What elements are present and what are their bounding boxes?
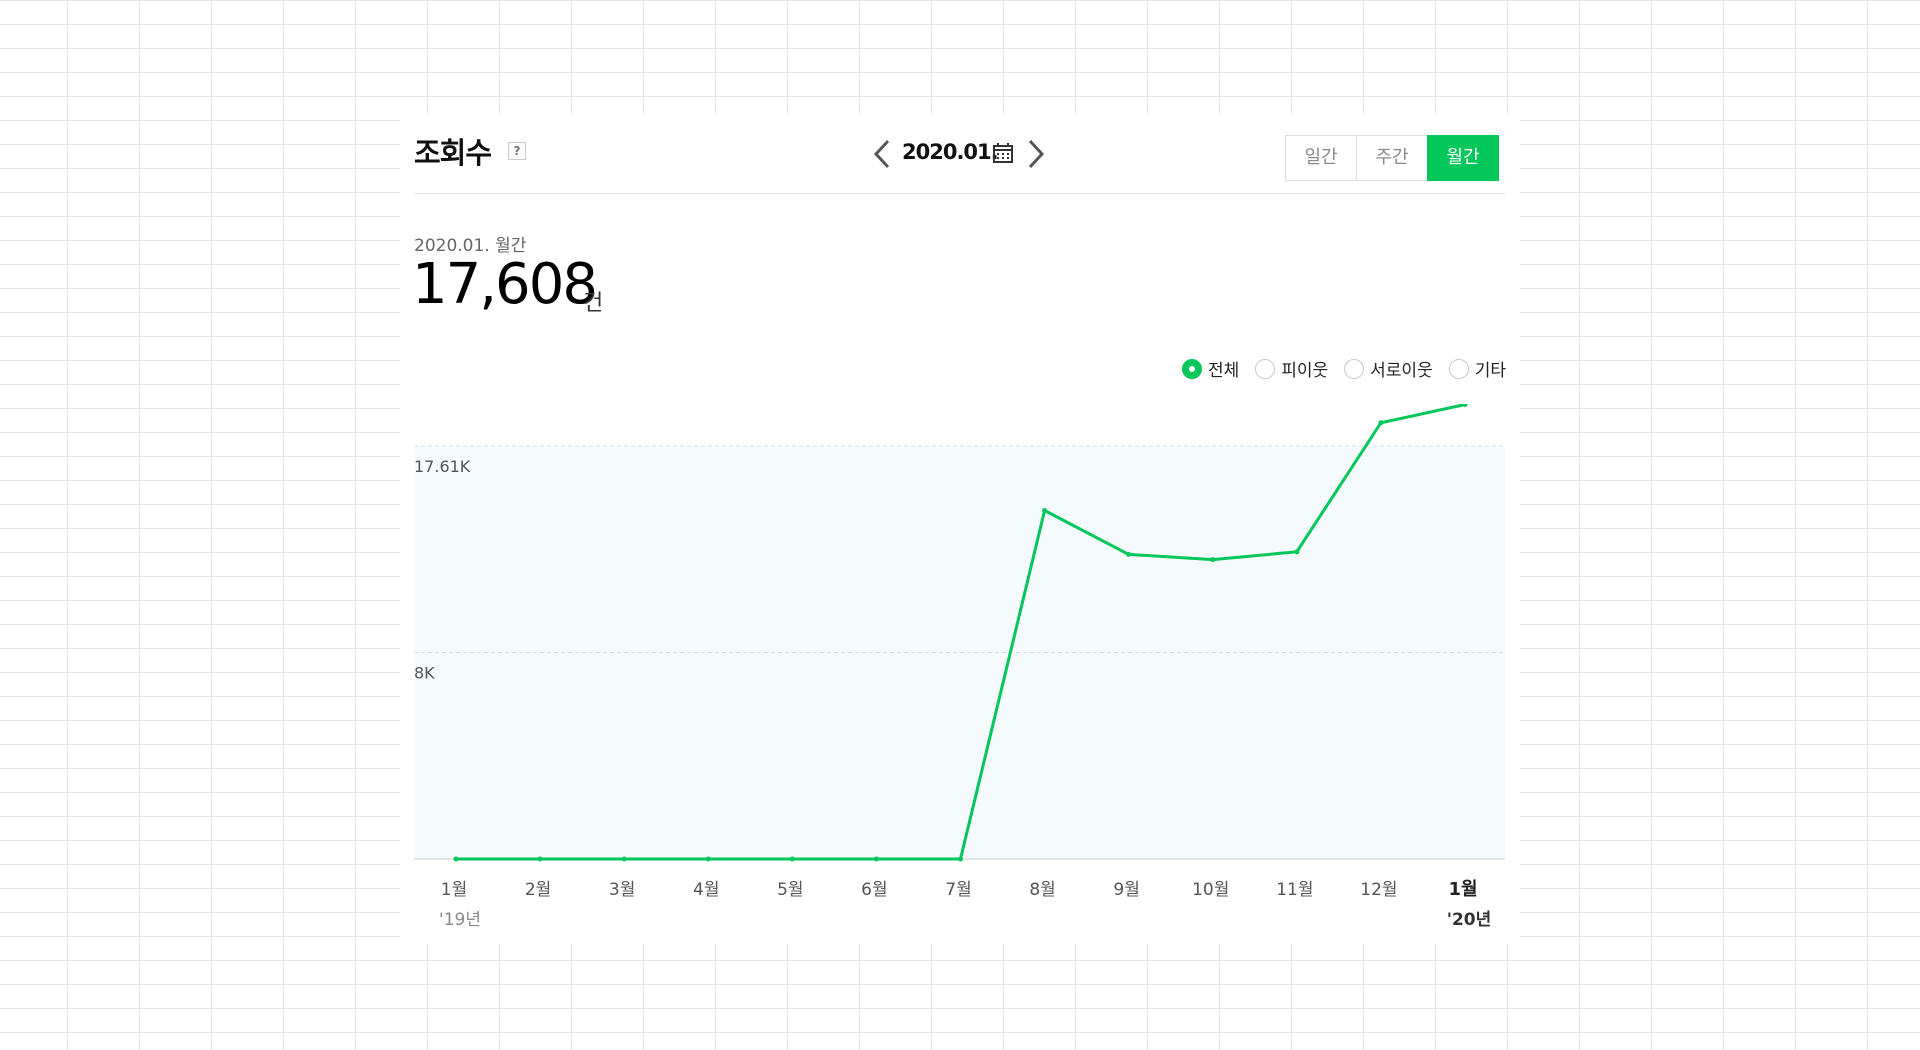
x-tick-label: 1월 bbox=[441, 880, 467, 900]
filter-all-radio[interactable] bbox=[1181, 358, 1202, 379]
y-tick-label: 8K bbox=[414, 664, 435, 683]
chevron-left-icon[interactable] bbox=[870, 138, 896, 170]
summary-total-views: 17,608 bbox=[412, 252, 598, 317]
tab-monthly[interactable]: 월간 bbox=[1427, 135, 1499, 181]
tab-weekly[interactable]: 주간 bbox=[1356, 135, 1428, 181]
data-point bbox=[1126, 551, 1132, 557]
data-point bbox=[621, 856, 627, 862]
page-title: 조회수 bbox=[414, 136, 492, 170]
x-tick-label: 6월 bbox=[861, 880, 887, 900]
views-line-chart: 8K 17.61K 1월 '19년 2월 3월 4월 5월 6월 7월 8월 9월 10월 11월 12월 1… bbox=[414, 404, 1505, 930]
x-year-label: '20년 bbox=[1447, 910, 1492, 930]
visitor-filter-group: 전체 피이웃 서로이웃 기타 bbox=[1181, 356, 1506, 381]
filter-all-label: 전체 bbox=[1207, 361, 1240, 381]
data-point bbox=[789, 856, 795, 862]
calendar-icon[interactable] bbox=[992, 142, 1014, 164]
views-panel: 조회수 ? 2020.01. 일간 주간 월간 2020.01. 월간 17,6… bbox=[400, 114, 1520, 944]
x-tick-label: 10월 bbox=[1192, 880, 1229, 900]
x-year-label: '19년 bbox=[439, 910, 481, 930]
data-point bbox=[705, 856, 711, 862]
help-question-icon[interactable]: ? bbox=[508, 142, 526, 160]
data-point bbox=[1378, 420, 1384, 426]
filter-neighbor-radio[interactable] bbox=[1255, 358, 1276, 379]
x-tick-label: 9월 bbox=[1113, 880, 1139, 900]
filter-neighbor-label: 피이웃 bbox=[1281, 361, 1329, 381]
chevron-right-icon[interactable] bbox=[1022, 138, 1048, 170]
filter-neighbor[interactable]: 피이웃 bbox=[1255, 356, 1328, 381]
filter-all[interactable]: 전체 bbox=[1181, 356, 1240, 381]
data-point bbox=[958, 856, 963, 862]
x-tick-label: 7월 bbox=[945, 880, 971, 900]
filter-mutual-neighbor[interactable]: 서로이웃 bbox=[1344, 356, 1433, 381]
tab-daily[interactable]: 일간 bbox=[1285, 135, 1357, 181]
x-tick-label: 4월 bbox=[693, 880, 719, 900]
x-tick-label: 12월 bbox=[1360, 880, 1397, 900]
filter-mutual-neighbor-radio[interactable] bbox=[1344, 358, 1365, 379]
data-point bbox=[873, 856, 879, 862]
x-tick-label: 11월 bbox=[1276, 880, 1313, 900]
x-tick-label: 5월 bbox=[777, 880, 803, 900]
data-point bbox=[1462, 404, 1468, 407]
x-tick-label: 8월 bbox=[1029, 880, 1055, 900]
filter-other-label: 기타 bbox=[1474, 361, 1506, 381]
x-tick-label: 1월 bbox=[1448, 879, 1477, 900]
data-point bbox=[453, 856, 459, 862]
data-point bbox=[537, 856, 543, 862]
period-tabs: 일간 주간 월간 bbox=[1285, 135, 1499, 181]
date-navigator: 2020.01. bbox=[870, 134, 1060, 174]
y-tick-label: 17.61K bbox=[414, 457, 471, 476]
filter-other-radio[interactable] bbox=[1448, 358, 1469, 379]
x-tick-label: 2월 bbox=[525, 880, 551, 900]
data-point bbox=[1294, 549, 1300, 555]
x-tick-label: 3월 bbox=[609, 880, 635, 900]
summary-unit: 건 bbox=[583, 291, 604, 316]
data-point bbox=[1042, 508, 1048, 514]
header-divider bbox=[414, 193, 1505, 194]
filter-other[interactable]: 기타 bbox=[1448, 356, 1506, 381]
current-date: 2020.01. bbox=[902, 140, 999, 164]
data-point bbox=[1210, 557, 1216, 563]
filter-mutual-neighbor-label: 서로이웃 bbox=[1370, 361, 1433, 381]
